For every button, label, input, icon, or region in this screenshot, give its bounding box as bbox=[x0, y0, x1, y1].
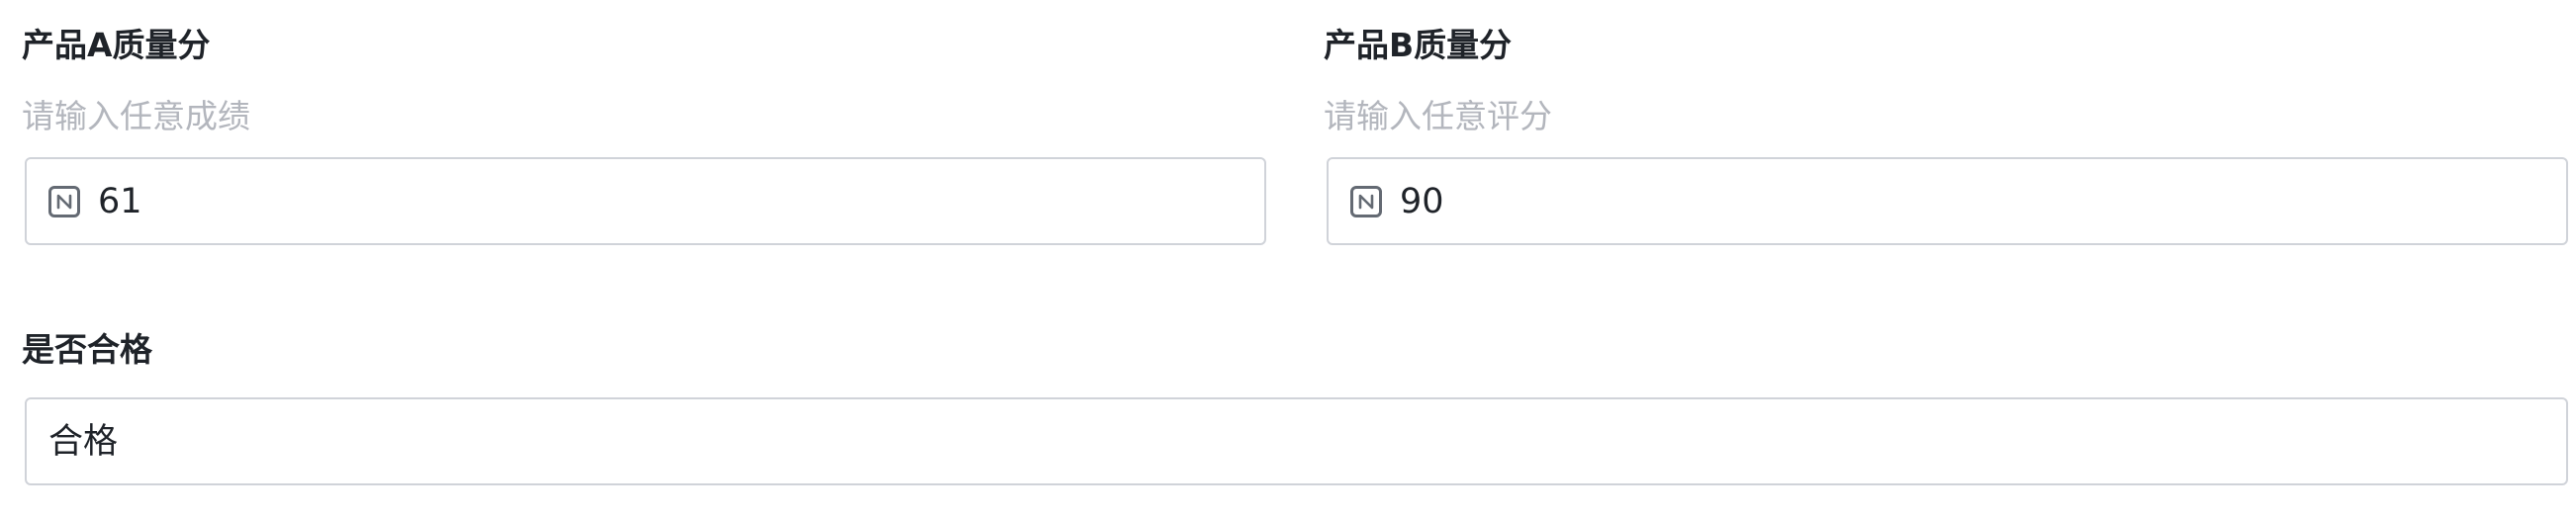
product-b-score-value: 90 bbox=[1400, 181, 1444, 221]
qualified-input[interactable]: 合格 bbox=[25, 397, 2568, 485]
product-a-score-hint: 请输入任意成绩 bbox=[22, 97, 250, 135]
qualified-field: 是否合格 合格 bbox=[22, 326, 2568, 485]
product-b-score-label: 产品B质量分 bbox=[1324, 26, 1513, 64]
product-b-score-input[interactable]: 90 bbox=[1327, 157, 2568, 245]
number-field-icon bbox=[48, 185, 80, 217]
product-a-score-field: 产品A质量分 请输入任意成绩 61 bbox=[22, 22, 1266, 245]
product-b-score-field: 产品B质量分 请输入任意评分 90 bbox=[1324, 22, 2568, 245]
product-a-score-label: 产品A质量分 bbox=[22, 26, 211, 64]
qualified-value: 合格 bbox=[48, 421, 119, 462]
product-b-score-hint: 请输入任意评分 bbox=[1324, 97, 1552, 135]
number-field-icon bbox=[1350, 185, 1382, 217]
product-a-score-input[interactable]: 61 bbox=[25, 157, 1266, 245]
qualified-label: 是否合格 bbox=[22, 330, 152, 369]
product-a-score-value: 61 bbox=[98, 181, 142, 221]
